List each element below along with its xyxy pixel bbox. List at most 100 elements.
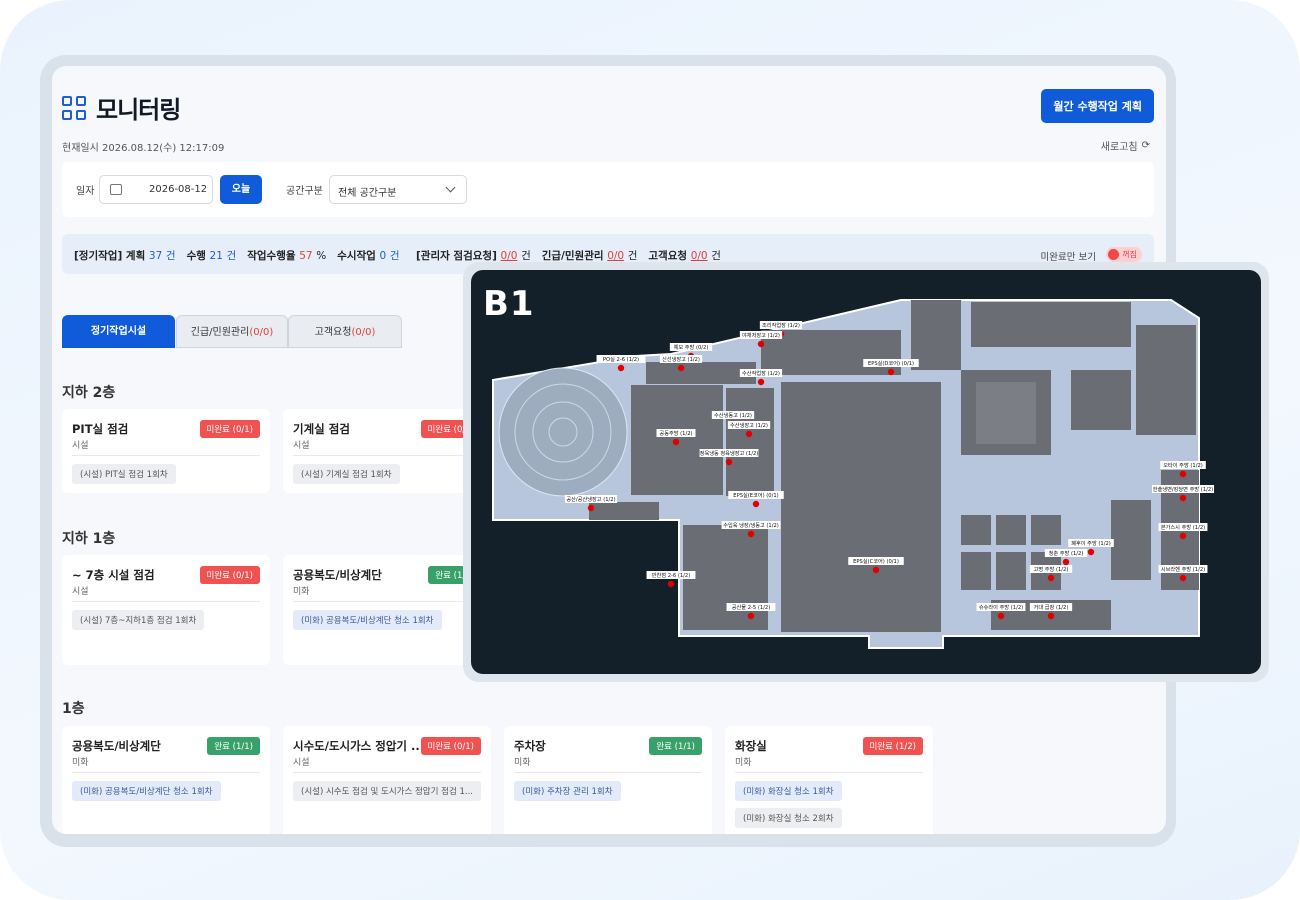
map-location-label: 공산물 2-5 (1/2): [732, 603, 771, 611]
map-location-label: 수산냉장고 (1/2): [730, 421, 768, 429]
map-location-label: 공동주방 (1/2): [659, 429, 692, 437]
map-marker[interactable]: [757, 378, 765, 386]
map-location-label: 한솥냉면/킹당면 주방 (1/2): [1153, 485, 1213, 493]
card-title: 공용복도/비상계단: [72, 739, 161, 753]
chevron-down-icon: [445, 182, 456, 193]
map-marker[interactable]: [757, 340, 765, 348]
map-marker[interactable]: [667, 580, 675, 588]
refresh-button[interactable]: 새로고침 ⟳: [1101, 138, 1150, 153]
map-marker[interactable]: [1047, 612, 1055, 620]
date-picker[interactable]: 2026-08-12: [99, 175, 213, 204]
map-marker[interactable]: [1179, 532, 1187, 540]
admin-request-link[interactable]: 0/0: [501, 250, 518, 262]
task-card[interactable]: 시수도/도시가스 정압기 ... 시설 미완료 (0/1) (시설) 시수도 점…: [283, 726, 491, 834]
task-card[interactable]: ~ 7층 시설 점검 시설 미완료 (0/1) (시설) 7층~지하1층 점검 …: [62, 555, 270, 665]
map-location-label: 오타이 주방 (1/2): [1163, 461, 1203, 469]
tab-customer[interactable]: 고객요청(0/0): [288, 315, 402, 348]
toggle-state: 꺼짐: [1122, 250, 1137, 259]
map-location-label: 청춘 주방 (1/2): [1049, 549, 1084, 557]
status-badge: 미완료 (1/2): [862, 737, 923, 755]
request-summary: [관리자 점검요청] 0/0 건 긴급/민원관리 0/0 건 고객요청 0/0 …: [416, 250, 721, 262]
map-marker[interactable]: [1179, 494, 1187, 502]
task-chip[interactable]: (미화) 화장실 청소 2회차: [735, 808, 842, 828]
tab-urgent[interactable]: 긴급/민원관리(0/0): [176, 315, 288, 348]
card-divider: [293, 601, 481, 602]
task-card[interactable]: 공용복도/비상계단 미화 완료 (1/1) (미화) 공용복도/비상계단 청소 …: [62, 726, 270, 834]
map-marker[interactable]: [745, 430, 753, 438]
map-marker[interactable]: [997, 612, 1005, 620]
current-datetime: 현재일시 2026.08.12(수) 12:17:09: [62, 143, 225, 154]
card-title: ~ 7층 시설 점검: [72, 568, 155, 582]
map-marker[interactable]: [725, 458, 733, 466]
card-category: 시설: [293, 441, 310, 451]
card-title: PIT실 점검: [72, 422, 129, 436]
map-location-label: 슈슈라이 주방 (1/2): [979, 603, 1023, 611]
customer-link[interactable]: 0/0: [691, 250, 708, 262]
status-badge: 완료 (1/1): [207, 737, 260, 755]
page-title: 모니터링: [96, 96, 181, 124]
card-category: 미화: [72, 758, 89, 768]
task-chip[interactable]: (미화) 공용복도/비상계단 청소 1회차: [72, 781, 221, 801]
map-location-label: PO실 2-6 (1/2): [603, 355, 639, 363]
card-category: 시설: [72, 441, 89, 451]
floor-map-panel: B1 조리작업장 (1/2) 야채저장고 (1/2) 예모 주방 (0/2) P…: [471, 270, 1261, 674]
card-category: 미화: [293, 587, 310, 597]
map-marker[interactable]: [752, 500, 760, 508]
map-marker[interactable]: [672, 438, 680, 446]
map-marker[interactable]: [872, 566, 880, 574]
map-marker[interactable]: [1087, 548, 1095, 556]
map-marker[interactable]: [587, 504, 595, 512]
regular-summary: [정기작업] 계획 37 건 수행 21 건 작업수행율 57 % 수시작업 0…: [74, 250, 400, 262]
map-marker[interactable]: [1179, 470, 1187, 478]
map-marker[interactable]: [887, 368, 895, 376]
refresh-icon: ⟳: [1141, 140, 1150, 151]
filter-bar: 일자 2026-08-12 오늘 공간구분 전체 공간구분: [62, 162, 1154, 217]
today-button[interactable]: 오늘: [220, 175, 262, 204]
task-card[interactable]: 공용복도/비상계단 미화 완료 (1/1) (미화) 공용복도/비상계단 청소 …: [283, 555, 491, 665]
space-label: 공간구분: [286, 186, 323, 197]
card-title: 화장실: [735, 739, 767, 753]
task-card[interactable]: 화장실 미화 미완료 (1/2) (미화) 화장실 청소 1회차 (미화) 화장…: [725, 726, 933, 834]
card-category: 미화: [514, 758, 531, 768]
map-marker[interactable]: [747, 612, 755, 620]
task-card[interactable]: 주차장 미화 완료 (1/1) (미화) 주차장 관리 1회차: [504, 726, 712, 834]
card-category: 미화: [735, 758, 752, 768]
calendar-icon: [110, 184, 122, 195]
date-label: 일자: [76, 186, 95, 197]
map-location-label: 야채저장고 (1/2): [742, 331, 780, 339]
incomplete-only-toggle[interactable]: 꺼짐: [1106, 247, 1142, 262]
task-chip[interactable]: (시설) PIT실 점검 1회차: [72, 464, 176, 484]
map-marker[interactable]: [1047, 574, 1055, 582]
map-location-label: 수입육 냉장/냉동고 (1/2): [723, 521, 779, 529]
refresh-label: 새로고침: [1100, 142, 1138, 153]
map-marker[interactable]: [1062, 558, 1070, 566]
map-marker[interactable]: [747, 530, 755, 538]
task-chip[interactable]: (시설) 시수도 점검 및 도시가스 정압기 점검 1...: [293, 781, 482, 801]
map-location-label: 시브라헨 주방 (1/2): [1161, 565, 1205, 573]
map-marker[interactable]: [677, 364, 685, 372]
map-marker[interactable]: [1179, 574, 1187, 582]
card-title: 기계실 점검: [293, 422, 350, 436]
task-card[interactable]: 기계실 점검 시설 미완료 (0/1) (시설) 기계실 점검 1회차: [283, 409, 491, 493]
map-location-label: EPS실(C코어) (0/1): [853, 557, 899, 565]
map-location-label: 거대 곱창 (1/2): [1034, 603, 1069, 611]
card-category: 시설: [72, 587, 89, 597]
map-location-label: 조리작업장 (1/2): [762, 321, 800, 329]
task-chip[interactable]: (미화) 공용복도/비상계단 청소 1회차: [293, 610, 442, 630]
task-chip[interactable]: (미화) 주차장 관리 1회차: [514, 781, 621, 801]
urgent-link[interactable]: 0/0: [607, 250, 624, 262]
task-chip[interactable]: (미화) 화장실 청소 1회차: [735, 781, 842, 801]
space-select[interactable]: 전체 공간구분: [329, 175, 467, 204]
task-card[interactable]: PIT실 점검 시설 미완료 (0/1) (시설) PIT실 점검 1회차: [62, 409, 270, 493]
dashboard-grid-icon: [62, 95, 86, 120]
tab-regular[interactable]: 정기작업시설: [62, 315, 175, 348]
card-title: 주차장: [514, 739, 546, 753]
monthly-plan-button[interactable]: 월간 수행작업 계획: [1041, 89, 1154, 123]
card-divider: [514, 772, 702, 773]
map-marker[interactable]: [617, 364, 625, 372]
task-chip[interactable]: (시설) 7층~지하1층 점검 1회차: [72, 610, 205, 630]
task-chip[interactable]: (시설) 기계실 점검 1회차: [293, 464, 400, 484]
floor-heading: 지하 1층: [62, 531, 116, 547]
page-header: 모니터링: [62, 90, 181, 125]
map-location-label: 수산냉동고 (1/2): [714, 411, 752, 419]
